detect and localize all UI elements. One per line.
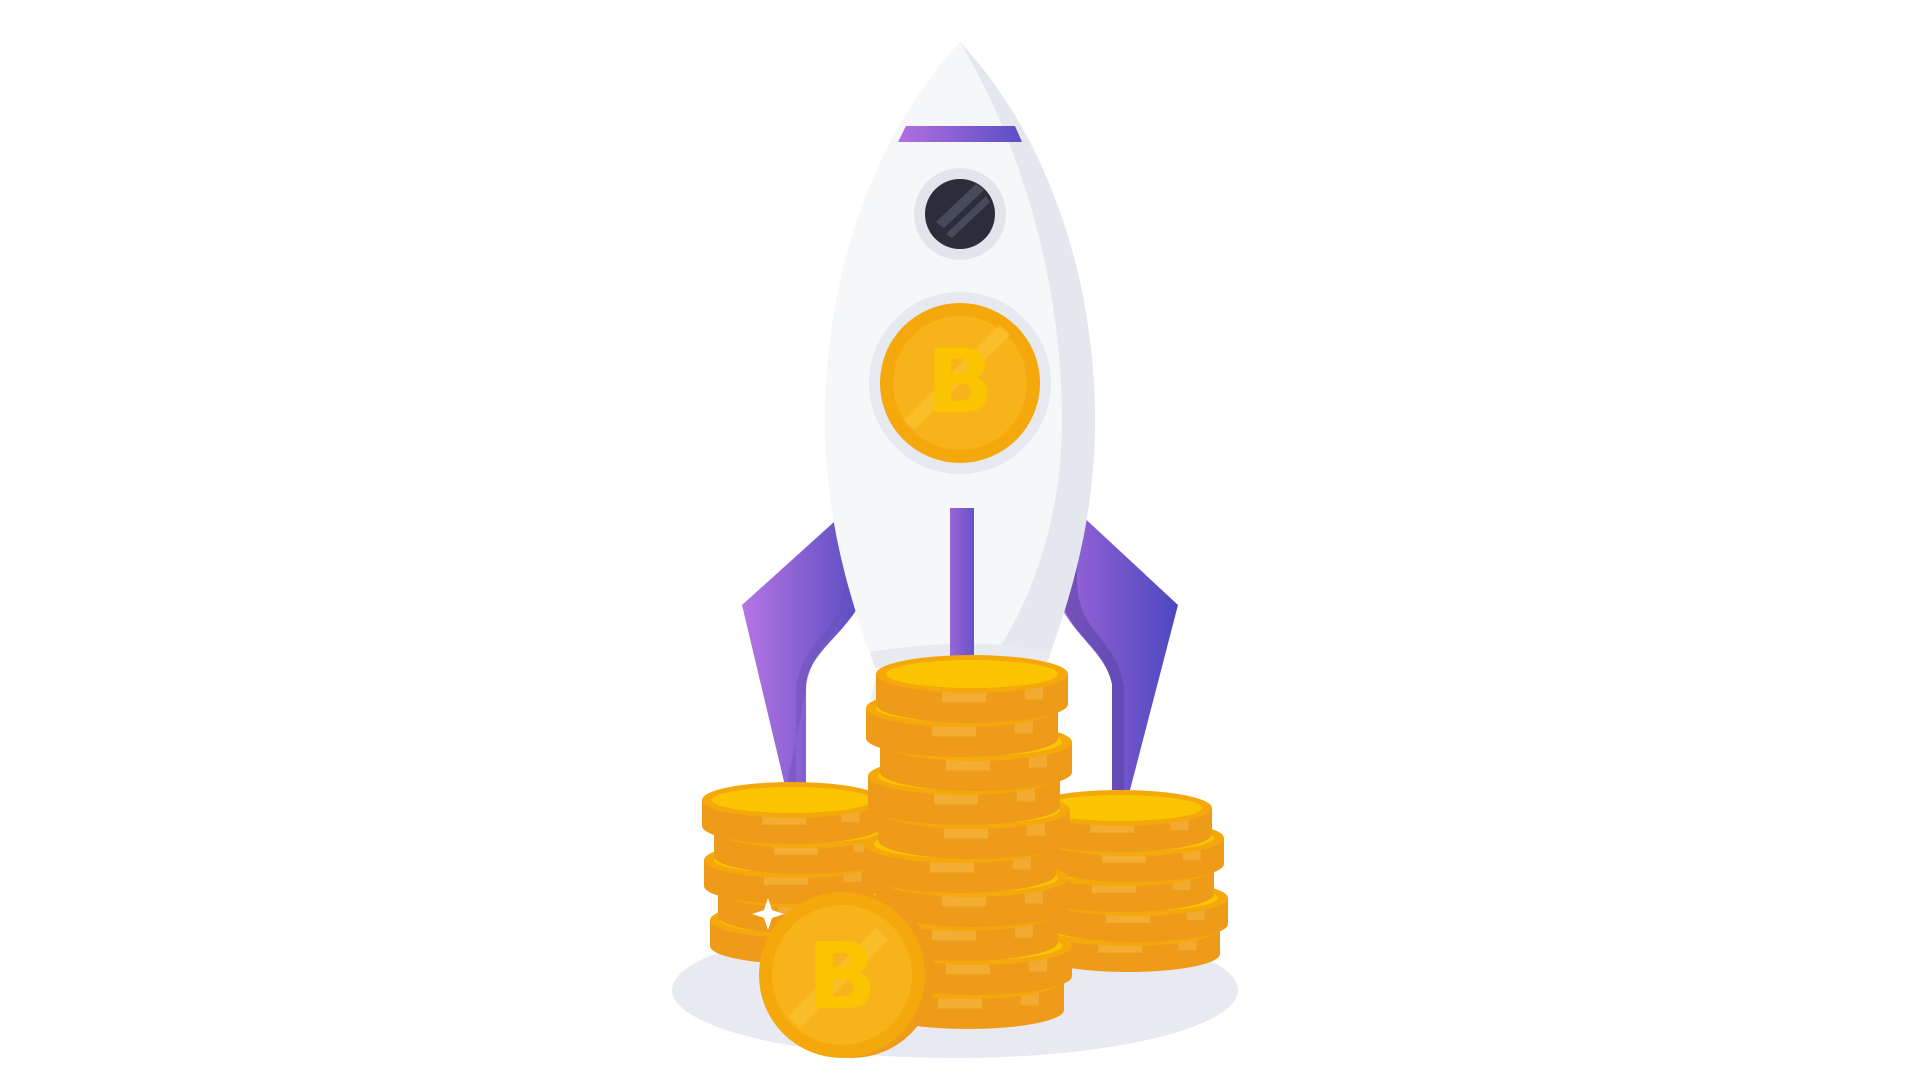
coin [876, 655, 1068, 723]
rocket-stripe [898, 126, 1022, 142]
coin-b-icon: B [807, 923, 877, 1030]
rocket-coin-emblem: B [869, 292, 1051, 474]
scene-canvas: B B [672, 42, 1238, 1058]
coin-b-icon: B [926, 330, 993, 433]
porthole-glass [925, 179, 995, 249]
coin [702, 782, 882, 844]
